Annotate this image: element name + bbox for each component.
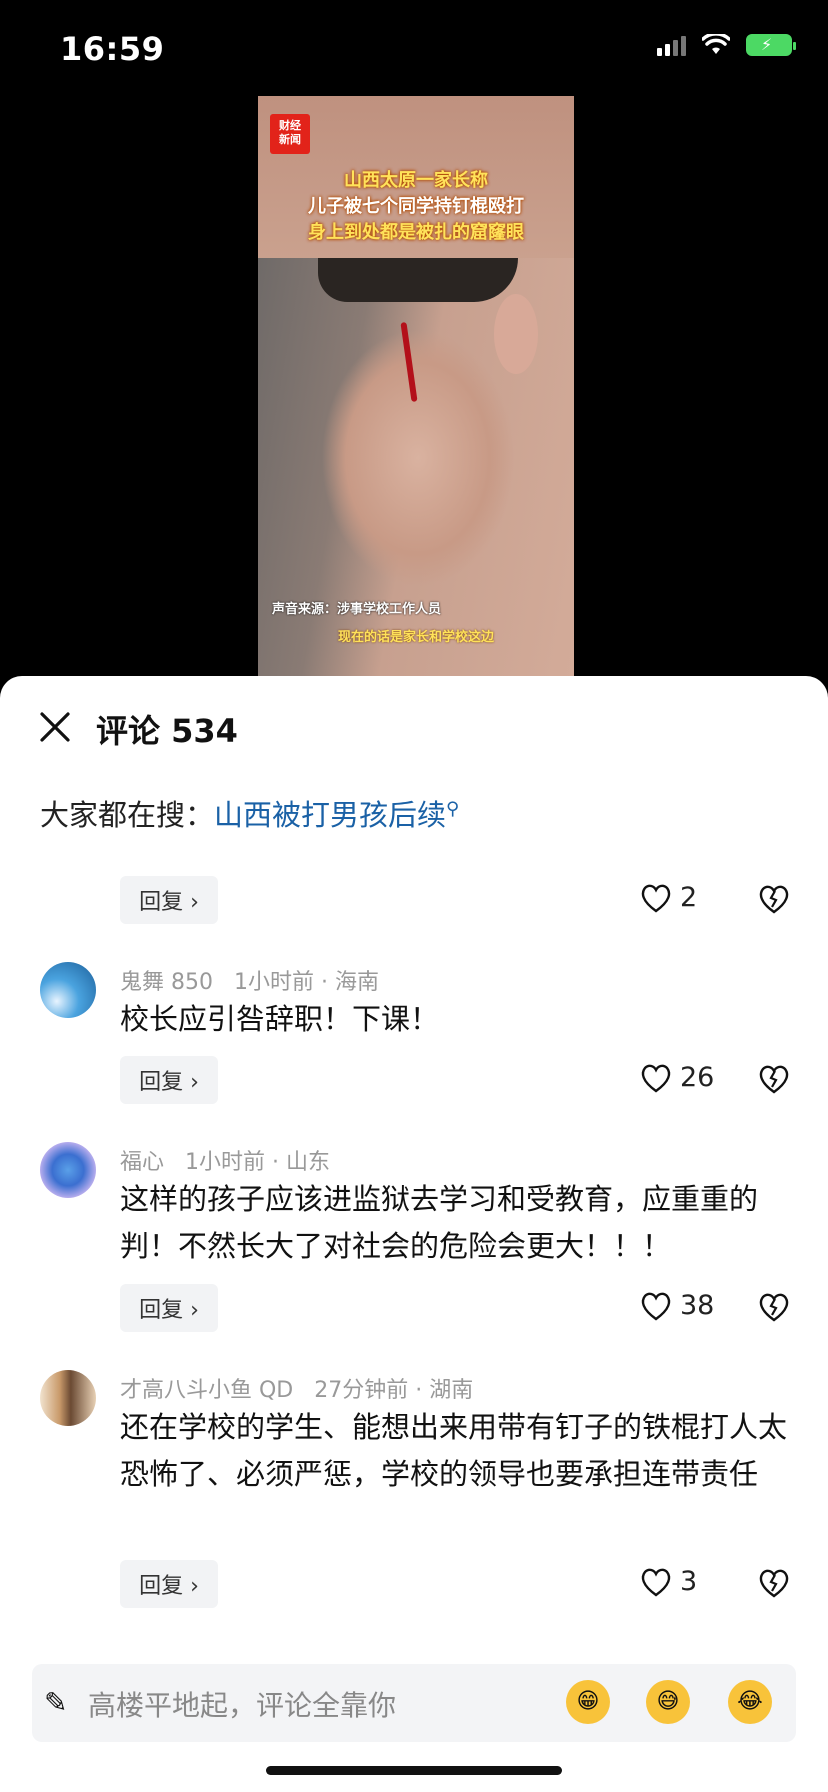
reply-button[interactable]: 回复 › xyxy=(120,876,218,924)
comment-text: 这样的孩子应该进监狱去学习和受教育，应重重的判！不然长大了对社会的危险会更大！！… xyxy=(120,1182,759,1263)
comment-text: 还在学校的学生、能想出来用带有钉子的铁棍打人太恐怖了、必须严惩，学校的领导也要承… xyxy=(120,1410,788,1491)
like-count: 2 xyxy=(680,882,698,913)
dislike-icon[interactable] xyxy=(758,884,790,914)
pen-icon: ✎ xyxy=(44,1686,68,1719)
status-bar: 16:59 ⚡ xyxy=(0,0,828,100)
battery-charging-icon: ⚡ xyxy=(746,34,796,56)
video-headline-1: 山西太原一家长称 xyxy=(344,170,488,191)
comment-username[interactable]: 鬼舞 850 xyxy=(120,970,213,995)
comments-panel: 评论 534 大家都在搜：山西被打男孩后续⚲ 回复 › 2 鬼舞 850 1小时… xyxy=(0,676,828,1792)
avatar[interactable] xyxy=(40,1142,96,1198)
comment-username[interactable]: 才高八斗小鱼 QD xyxy=(120,1378,293,1403)
search-icon: ⚲ xyxy=(446,798,460,820)
trending-search: 大家都在搜：山西被打男孩后续⚲ xyxy=(40,792,459,834)
video-player[interactable]: 财经 新闻 山西太原一家长称 儿子被七个同学持钉棍殴打 身上到处都是被扎的窟窿眼 … xyxy=(258,96,574,676)
like-count: 38 xyxy=(680,1290,715,1321)
trending-search-label: 大家都在搜： xyxy=(40,798,215,832)
like-button[interactable]: 38 xyxy=(640,1290,714,1321)
reply-button[interactable]: 回复 › xyxy=(120,1056,218,1104)
comment-meta: 福心 1小时前 · 山东 xyxy=(120,1144,330,1176)
video-subtitle: 现在的话是家长和学校这边 xyxy=(337,630,494,645)
reply-button[interactable]: 回复 › xyxy=(120,1560,218,1608)
wifi-icon xyxy=(702,34,730,54)
comment-meta: 鬼舞 850 1小时前 · 海南 xyxy=(120,964,379,996)
trending-search-link[interactable]: 山西被打男孩后续 xyxy=(214,798,446,832)
dislike-icon[interactable] xyxy=(758,1568,790,1598)
video-frame-image: 声音来源：涉事学校工作人员 现在的话是家长和学校这边 xyxy=(258,258,574,676)
comment-time-location: 1小时前 · 山东 xyxy=(185,1150,330,1175)
heart-icon xyxy=(641,884,671,912)
comment-text: 校长应引咎辞职！下课！ xyxy=(120,1002,440,1036)
comment-input[interactable]: 高楼平地起，评论全靠你 xyxy=(88,1684,396,1724)
sweat-smile-emoji-icon[interactable]: 😅 xyxy=(646,1680,690,1724)
avatar[interactable] xyxy=(40,1370,96,1426)
like-button[interactable]: 2 xyxy=(640,882,697,913)
video-headline-3: 身上到处都是被扎的窟窿眼 xyxy=(308,222,524,243)
comment-username[interactable]: 福心 xyxy=(120,1150,164,1175)
comments-title: 评论 534 xyxy=(96,712,238,750)
dislike-icon[interactable] xyxy=(758,1292,790,1322)
heart-icon xyxy=(641,1568,671,1596)
avatar[interactable] xyxy=(40,962,96,1018)
status-time: 16:59 xyxy=(60,30,165,68)
like-button[interactable]: 3 xyxy=(640,1566,697,1597)
status-icons: ⚡ xyxy=(657,34,796,56)
comment-meta: 才高八斗小鱼 QD 27分钟前 · 湖南 xyxy=(120,1372,473,1404)
close-icon[interactable] xyxy=(38,710,72,744)
like-count: 3 xyxy=(680,1566,698,1597)
news-logo: 财经 新闻 xyxy=(270,114,310,154)
video-title-area: 财经 新闻 山西太原一家长称 儿子被七个同学持钉棍殴打 身上到处都是被扎的窟窿眼 xyxy=(258,96,574,258)
comment-input-bar[interactable]: ✎ 高楼平地起，评论全靠你 😁 😅 😂 xyxy=(32,1664,796,1742)
video-source-label: 声音来源：涉事学校工作人员 xyxy=(272,602,442,617)
like-button[interactable]: 26 xyxy=(640,1062,714,1093)
heart-icon xyxy=(641,1292,671,1320)
video-headline-2: 儿子被七个同学持钉棍殴打 xyxy=(308,196,524,217)
grin-emoji-icon[interactable]: 😁 xyxy=(566,1680,610,1724)
laugh-cry-emoji-icon[interactable]: 😂 xyxy=(728,1680,772,1724)
home-indicator[interactable] xyxy=(266,1766,562,1775)
reply-button[interactable]: 回复 › xyxy=(120,1284,218,1332)
like-count: 26 xyxy=(680,1062,715,1093)
heart-icon xyxy=(641,1064,671,1092)
comment-time-location: 1小时前 · 海南 xyxy=(233,970,379,995)
cellular-signal-icon xyxy=(657,34,686,56)
dislike-icon[interactable] xyxy=(758,1064,790,1094)
comment-time-location: 27分钟前 · 湖南 xyxy=(314,1378,474,1403)
